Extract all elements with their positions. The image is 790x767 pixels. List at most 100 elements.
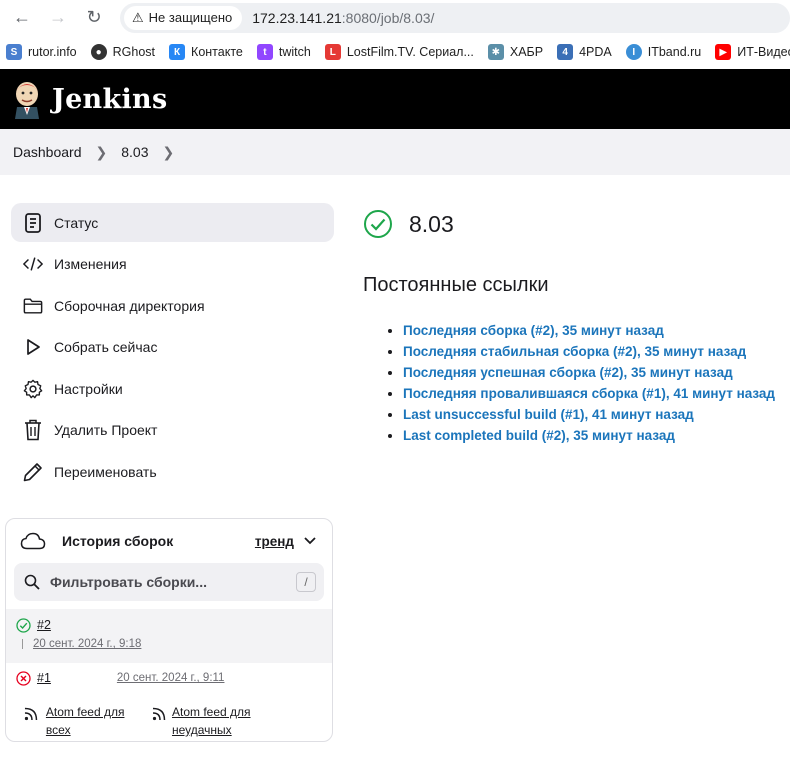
twitch-icon: t bbox=[256, 44, 273, 60]
rss-icon bbox=[24, 707, 38, 721]
feed-failed-link[interactable]: Atom feed для неудачных bbox=[152, 703, 282, 739]
trend-link[interactable]: тренд bbox=[255, 534, 294, 549]
habr-icon: ✱ bbox=[487, 44, 504, 60]
bookmark-4pda[interactable]: 4 4PDA bbox=[557, 44, 612, 60]
bookmark-label: Контакте bbox=[191, 45, 243, 59]
reload-icon[interactable]: ↻ bbox=[80, 4, 108, 32]
build-date-link[interactable]: 20 сент. 2024 г., 9:11 bbox=[117, 672, 225, 684]
sidebar: Статус Изменения Сборочная директория Со… bbox=[0, 175, 345, 742]
permalink-last-completed[interactable]: Last completed build (#2), 35 минут наза… bbox=[403, 428, 675, 443]
bookmark-itband[interactable]: I ITband.ru bbox=[625, 44, 701, 60]
permalink-last-unsuccessful[interactable]: Last unsuccessful build (#1), 41 минут н… bbox=[403, 407, 694, 422]
chevron-down-icon[interactable] bbox=[304, 534, 316, 548]
itband-icon: I bbox=[625, 44, 642, 60]
sidebar-item-workspace[interactable]: Сборочная директория bbox=[11, 286, 334, 325]
sidebar-item-changes[interactable]: Изменения bbox=[11, 245, 334, 284]
code-icon bbox=[23, 254, 43, 274]
cloud-icon bbox=[20, 532, 46, 550]
job-name: 8.03 bbox=[409, 210, 454, 237]
sidebar-item-rename[interactable]: Переименовать bbox=[11, 452, 334, 491]
jenkins-header: Jenkins bbox=[0, 69, 790, 129]
breadcrumb: Dashboard ❯ 8.03 ❯ bbox=[0, 129, 790, 175]
bookmark-rghost[interactable]: ● RGhost bbox=[90, 44, 156, 60]
failure-icon bbox=[16, 670, 31, 686]
build-filter-input[interactable]: Фильтровать сборки... / bbox=[14, 563, 324, 601]
bookmark-rutor[interactable]: Srutor.info bbox=[6, 44, 77, 60]
rghost-icon: ● bbox=[90, 44, 107, 60]
list-item: Последняя сборка (#2), 35 минут назад bbox=[403, 320, 790, 341]
atom-feeds: Atom feed для всех Atom feed для неудачн… bbox=[6, 693, 332, 739]
success-status-icon bbox=[364, 210, 392, 238]
chevron-right-icon[interactable]: ❯ bbox=[96, 144, 108, 161]
sidebar-item-label: Сборочная директория bbox=[54, 297, 205, 314]
url-path: :8080/job/8.03/ bbox=[341, 9, 435, 26]
breadcrumb-job[interactable]: 8.03 bbox=[121, 144, 148, 160]
main-content: 8.03 Постоянные ссылки Последняя сборка … bbox=[345, 175, 790, 742]
4pda-icon: 4 bbox=[557, 44, 574, 60]
address-bar[interactable]: ⚠ Не защищено 172.23.141.21:8080/job/8.0… bbox=[120, 2, 790, 33]
sidebar-item-label: Собрать сейчас bbox=[54, 339, 158, 355]
bookmarks-bar: Srutor.info ● RGhost К Контакте t twitch LL… bbox=[0, 35, 790, 69]
rutor-icon: S bbox=[6, 44, 22, 60]
bookmark-label: twitch bbox=[278, 45, 311, 59]
bookmark-label: RGhost bbox=[112, 45, 156, 59]
play-icon bbox=[23, 337, 43, 357]
build-history-title: История сборок bbox=[62, 533, 174, 549]
bookmark-it-video[interactable]: ▶ ИТ-Видео - bbox=[715, 44, 790, 60]
feed-label: Atom feed для неудачных bbox=[171, 705, 251, 737]
permalink-last-successful[interactable]: Последняя успешная сборка (#2), 35 минут… bbox=[403, 365, 733, 380]
bookmark-label: 4PDA bbox=[579, 45, 612, 59]
sidebar-item-build-now[interactable]: Собрать сейчас bbox=[11, 328, 334, 367]
bookmark-twitch[interactable]: t twitch bbox=[256, 44, 311, 60]
permalink-last-failed[interactable]: Последняя провалившаяся сборка (#1), 41 … bbox=[403, 386, 775, 401]
sidebar-item-status[interactable]: Статус bbox=[11, 203, 334, 242]
job-heading: 8.03 bbox=[363, 205, 790, 243]
build-row[interactable]: #2 20 сент. 2024 г., 9:18 bbox=[6, 609, 332, 663]
url-text[interactable]: 172.23.141.21:8080/job/8.03/ bbox=[252, 10, 434, 26]
security-indicator[interactable]: ⚠ Не защищено bbox=[124, 5, 243, 30]
bookmark-label: LostFilm.TV. Сериал... bbox=[346, 45, 474, 59]
build-number-link[interactable]: #2 bbox=[37, 618, 51, 632]
build-history-header: История сборок тренд bbox=[6, 519, 332, 563]
permalink-last-build[interactable]: Последняя сборка (#2), 35 минут назад bbox=[403, 323, 664, 338]
document-icon bbox=[23, 212, 43, 233]
pencil-icon bbox=[23, 462, 43, 482]
back-icon[interactable]: ← bbox=[8, 4, 36, 32]
build-date-link[interactable]: 20 сент. 2024 г., 9:18 bbox=[33, 638, 141, 650]
list-item: Последняя стабильная сборка (#2), 35 мин… bbox=[403, 341, 790, 362]
jenkins-logo-icon[interactable] bbox=[12, 79, 42, 119]
permalink-last-stable[interactable]: Последняя стабильная сборка (#2), 35 мин… bbox=[403, 344, 746, 359]
bookmark-lostfilm[interactable]: L LostFilm.TV. Сериал... bbox=[324, 44, 474, 60]
folder-icon bbox=[23, 296, 43, 316]
chevron-right-icon[interactable]: ❯ bbox=[162, 144, 174, 161]
breadcrumb-dashboard[interactable]: Dashboard bbox=[13, 144, 82, 160]
gear-icon bbox=[23, 379, 43, 399]
browser-toolbar: ← → ↻ ⚠ Не защищено 172.23.141.21:8080/j… bbox=[0, 0, 790, 35]
feed-all-link[interactable]: Atom feed для всех bbox=[22, 703, 152, 739]
permalinks-list: Последняя сборка (#2), 35 минут назад По… bbox=[363, 320, 790, 446]
vk-icon: К bbox=[169, 44, 186, 60]
build-row[interactable]: #1 20 сент. 2024 г., 9:11 bbox=[6, 663, 332, 693]
bookmark-label: ИТ-Видео - bbox=[737, 45, 790, 59]
list-item: Last unsuccessful build (#1), 41 минут н… bbox=[403, 404, 790, 425]
sidebar-item-delete[interactable]: Удалить Проект bbox=[11, 411, 334, 450]
build-number-link[interactable]: #1 bbox=[37, 671, 51, 685]
filter-placeholder: Фильтровать сборки... bbox=[50, 574, 207, 590]
sidebar-item-label: Удалить Проект bbox=[54, 422, 158, 438]
bookmark-vk[interactable]: К Контакте bbox=[169, 44, 243, 60]
feed-label: Atom feed для всех bbox=[45, 705, 125, 737]
sidebar-item-label: Изменения bbox=[54, 256, 127, 272]
bookmark-label: rutor.info bbox=[28, 45, 77, 59]
permalinks-heading: Постоянные ссылки bbox=[363, 274, 549, 296]
app-title[interactable]: Jenkins bbox=[52, 84, 167, 115]
bookmark-habr[interactable]: ✱ ХАБР bbox=[487, 44, 543, 60]
sidebar-item-label: Переименовать bbox=[54, 463, 157, 480]
trash-icon bbox=[23, 419, 43, 441]
search-icon bbox=[24, 574, 40, 590]
sidebar-item-label: Статус bbox=[54, 214, 99, 231]
list-item: Последняя успешная сборка (#2), 35 минут… bbox=[403, 362, 790, 383]
sidebar-item-configure[interactable]: Настройки bbox=[11, 369, 334, 408]
lostfilm-icon: L bbox=[324, 44, 341, 60]
forward-icon[interactable]: → bbox=[44, 4, 72, 32]
list-item: Last completed build (#2), 35 минут наза… bbox=[403, 425, 790, 446]
